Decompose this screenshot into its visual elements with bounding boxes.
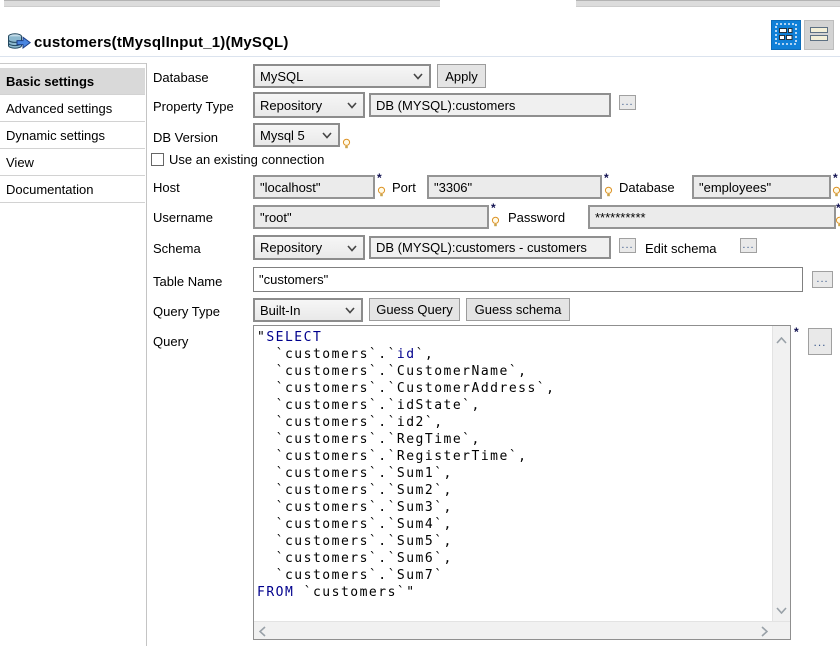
query-code-line: `customers`.`Sum6`, <box>257 550 770 567</box>
chevron-down-icon <box>347 102 357 109</box>
table-view-toggle-button[interactable] <box>804 20 834 50</box>
database-label: Database <box>153 70 209 85</box>
database-combo-value: MySQL <box>260 69 303 84</box>
required-asterisk: * <box>833 171 838 185</box>
password-label: Password <box>508 210 565 225</box>
db-version-combo[interactable]: Mysql 5 <box>253 123 340 147</box>
table-name-label: Table Name <box>153 274 222 289</box>
required-asterisk: * <box>377 171 382 185</box>
db-input-icon <box>7 33 31 55</box>
username-field[interactable]: "root" <box>253 205 489 229</box>
chevron-down-icon <box>347 245 357 252</box>
hint-bulb-icon <box>832 186 840 201</box>
query-code-line: "SELECT <box>257 329 770 346</box>
sidebar-item-dynamic-settings[interactable]: Dynamic settings <box>0 122 145 149</box>
query-code-line: `customers`.`Sum7` <box>257 567 770 584</box>
query-code-line: `customers`.`RegTime`, <box>257 431 770 448</box>
hint-bulb-icon <box>604 186 613 201</box>
form-view-icon <box>775 23 797 48</box>
query-code-line: `customers`.`Sum5`, <box>257 533 770 550</box>
scroll-left-icon[interactable] <box>259 625 266 640</box>
query-horizontal-scrollbar[interactable] <box>254 621 790 639</box>
schema-combo-value: Repository <box>260 240 322 255</box>
required-asterisk: * <box>491 201 496 215</box>
property-repository-field[interactable]: DB (MYSQL):customers <box>369 93 611 117</box>
host-label: Host <box>153 180 180 195</box>
property-more-button[interactable]: ... <box>619 95 636 110</box>
username-label: Username <box>153 210 213 225</box>
sidebar-divider <box>146 63 147 646</box>
sidebar-item-basic-settings[interactable]: Basic settings <box>0 68 145 95</box>
required-asterisk: * <box>836 201 840 215</box>
query-code[interactable]: "SELECT `customers`.`id`, `customers`.`C… <box>257 329 770 619</box>
query-code-line: `customers`.`Sum4`, <box>257 516 770 533</box>
hint-bulb-icon <box>377 186 386 201</box>
editor-tab-strip-right[interactable] <box>576 0 840 7</box>
use-existing-connection-checkbox[interactable] <box>151 153 164 166</box>
db-version-label: DB Version <box>153 130 218 145</box>
schema-more-button[interactable]: ... <box>619 238 636 253</box>
sidebar-item-documentation[interactable]: Documentation <box>0 176 145 203</box>
query-editor[interactable]: "SELECT `customers`.`id`, `customers`.`C… <box>253 325 791 640</box>
chevron-down-icon <box>322 132 332 139</box>
query-code-line: `customers`.`RegisterTime`, <box>257 448 770 465</box>
query-more-button[interactable]: ... <box>808 328 832 355</box>
database-name-label: Database <box>619 180 675 195</box>
query-vertical-scrollbar[interactable] <box>772 326 790 622</box>
schema-label: Schema <box>153 241 201 256</box>
query-code-line: `customers`.`CustomerName`, <box>257 363 770 380</box>
property-type-label: Property Type <box>153 99 234 114</box>
query-code-line: `customers`.`idState`, <box>257 397 770 414</box>
table-name-more-button[interactable]: ... <box>812 271 833 288</box>
query-code-line: `customers`.`CustomerAddress`, <box>257 380 770 397</box>
title-separator <box>0 56 840 57</box>
sidebar-item-view[interactable]: View <box>0 149 145 176</box>
sidebar-item-advanced-settings[interactable]: Advanced settings <box>0 95 145 122</box>
query-label: Query <box>153 334 188 349</box>
form-view-toggle-button[interactable] <box>771 20 801 50</box>
required-asterisk: * <box>604 171 609 185</box>
query-code-line: FROM `customers`" <box>257 584 770 601</box>
guess-schema-button[interactable]: Guess schema <box>466 298 570 321</box>
editor-tab-strip-left[interactable] <box>4 0 440 7</box>
sidebar-top-border <box>0 63 146 64</box>
db-version-combo-value: Mysql 5 <box>260 128 305 143</box>
chevron-down-icon <box>345 307 355 314</box>
query-code-line: `customers`.`Sum1`, <box>257 465 770 482</box>
port-field[interactable]: "3306" <box>427 175 602 199</box>
table-name-field[interactable]: "customers" <box>253 267 803 292</box>
required-asterisk: * <box>794 325 799 339</box>
property-type-combo[interactable]: Repository <box>253 92 365 118</box>
hint-bulb-icon <box>491 216 500 231</box>
apply-button[interactable]: Apply <box>437 64 486 88</box>
guess-query-button[interactable]: Guess Query <box>369 298 460 321</box>
table-view-icon <box>808 23 830 47</box>
chevron-down-icon <box>413 73 423 80</box>
hint-bulb-icon <box>342 138 351 153</box>
edit-schema-more-button[interactable]: ... <box>740 238 757 253</box>
password-field[interactable]: ********** <box>588 205 836 229</box>
query-code-line: `customers`.`id`, <box>257 346 770 363</box>
database-name-field[interactable]: "employees" <box>692 175 831 199</box>
host-field[interactable]: "localhost" <box>253 175 375 199</box>
edit-schema-label: Edit schema <box>645 241 717 256</box>
database-combo[interactable]: MySQL <box>253 64 431 88</box>
schema-repository-field[interactable]: DB (MYSQL):customers - customers <box>369 236 611 259</box>
query-code-line: `customers`.`id2`, <box>257 414 770 431</box>
property-type-combo-value: Repository <box>260 98 322 113</box>
component-settings-view: customers(tMysqlInput_1)(MySQL) Basic se… <box>0 0 840 646</box>
page-title: customers(tMysqlInput_1)(MySQL) <box>34 34 289 51</box>
hint-bulb-icon <box>835 216 840 231</box>
schema-combo[interactable]: Repository <box>253 235 365 260</box>
scroll-up-icon[interactable] <box>776 332 787 347</box>
query-type-combo[interactable]: Built-In <box>253 298 363 322</box>
scroll-right-icon[interactable] <box>761 625 768 640</box>
scroll-down-icon[interactable] <box>776 602 787 617</box>
query-type-label: Query Type <box>153 304 220 319</box>
port-label: Port <box>392 180 416 195</box>
query-code-line: `customers`.`Sum2`, <box>257 482 770 499</box>
use-existing-connection-label: Use an existing connection <box>169 152 324 167</box>
query-code-line: `customers`.`Sum3`, <box>257 499 770 516</box>
query-type-combo-value: Built-In <box>260 303 300 318</box>
